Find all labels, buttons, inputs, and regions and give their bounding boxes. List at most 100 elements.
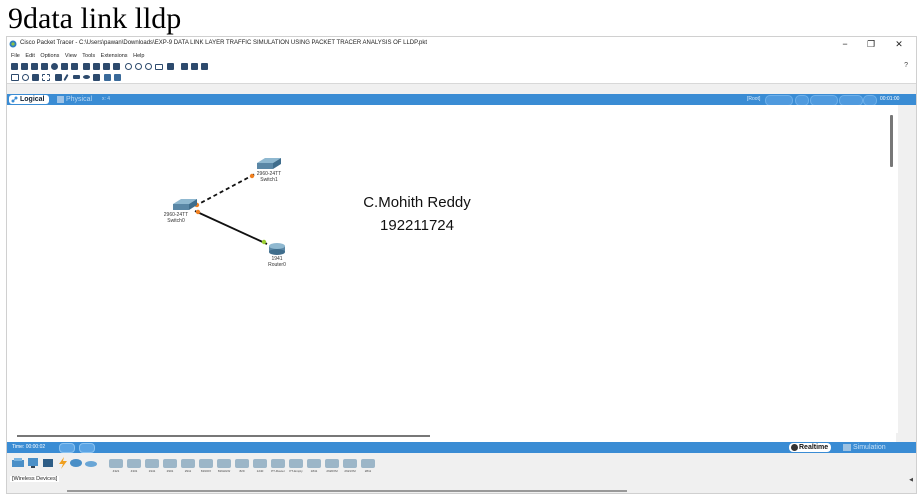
port-status-switch0-b	[195, 209, 201, 215]
wizard-icon[interactable]	[61, 63, 68, 70]
end-devices-category-icon[interactable]	[26, 457, 40, 469]
delete-icon[interactable]	[32, 74, 39, 81]
menu-file[interactable]: File	[11, 51, 20, 61]
undo-icon[interactable]	[103, 63, 110, 70]
new-file-icon[interactable]	[11, 63, 18, 70]
network-devices-category-icon[interactable]	[11, 457, 25, 469]
help-icon[interactable]: ?	[904, 62, 908, 69]
drawing-palette-icon[interactable]	[155, 64, 163, 70]
maximize-button[interactable]: ❐	[858, 37, 884, 51]
misc-category-icon[interactable]	[69, 457, 83, 469]
menu-help[interactable]: Help	[133, 51, 144, 61]
custom-devices-icon[interactable]	[167, 63, 174, 70]
menu-extensions[interactable]: Extensions	[101, 51, 128, 61]
network-info-icon[interactable]	[71, 63, 78, 70]
resize-shape-icon[interactable]	[42, 74, 50, 81]
device-model-2621xm[interactable]: 2621XM	[343, 459, 357, 474]
link-switch0-router0[interactable]	[194, 210, 268, 245]
open-file-icon[interactable]	[21, 63, 28, 70]
print-icon[interactable]	[41, 63, 48, 70]
device-model-829[interactable]: 829	[235, 459, 249, 474]
draw-rectangle-icon[interactable]	[73, 75, 80, 79]
place-note-icon[interactable]	[55, 74, 62, 81]
clock-display: 00:01:00	[880, 96, 900, 102]
menu-view[interactable]: View	[65, 51, 77, 61]
device-model-pt-router[interactable]: PT-Router	[271, 459, 285, 474]
router0-label: 1941 Router0	[262, 256, 292, 268]
scroll-right-icon[interactable]: ◀	[909, 477, 913, 483]
menu-tools[interactable]: Tools	[82, 51, 95, 61]
cluster-icon[interactable]	[191, 63, 198, 70]
workspace-tab-bar: Logical Physical x: 4 [Root] 00:01:00	[7, 94, 916, 106]
device-panel: 4321 4331 1941 2901 2911 819IOX 819HGW 8…	[7, 453, 916, 493]
components-category-icon[interactable]	[41, 457, 55, 469]
workspace-horizontal-scrollbar[interactable]	[7, 433, 896, 442]
root-label: [Root]	[747, 96, 761, 102]
add-simple-pdu-icon[interactable]	[104, 74, 111, 81]
draw-ellipse-icon[interactable]	[83, 75, 90, 79]
topology-canvas	[173, 158, 285, 255]
inspect-icon[interactable]	[22, 74, 29, 81]
connections-category-icon[interactable]	[56, 457, 70, 469]
switch0-device[interactable]	[173, 199, 197, 210]
device-model-2911[interactable]: 2911	[181, 459, 195, 474]
simulation-mode-button[interactable]: Simulation	[843, 443, 886, 452]
info-icon[interactable]	[51, 63, 58, 70]
title-bar: Cisco Packet Tracer - C:\Users\pawan\Dow…	[7, 37, 916, 51]
device-model-4321[interactable]: 4321	[109, 459, 123, 474]
redo-icon[interactable]	[113, 63, 120, 70]
pdu-list-icon[interactable]	[201, 63, 208, 70]
draw-line-icon[interactable]	[63, 73, 69, 82]
device-model-819iox[interactable]: 819IOX	[199, 459, 213, 474]
select-icon[interactable]	[11, 74, 19, 81]
router-icon	[269, 243, 285, 255]
cisco-app-icon	[9, 40, 17, 48]
tab-logical[interactable]: Logical	[9, 95, 49, 104]
physical-icon	[57, 96, 64, 103]
note-id[interactable]: 192211724	[337, 217, 497, 234]
fast-forward-button[interactable]	[79, 443, 95, 453]
device-model-1240[interactable]: 1240	[253, 459, 267, 474]
main-toolbar: ?	[7, 61, 916, 72]
multiuser-category-icon[interactable]	[84, 457, 98, 469]
switch1-label: 2960-24TT Switch1	[254, 171, 284, 183]
menu-edit[interactable]: Edit	[25, 51, 34, 61]
viewport-icon[interactable]	[181, 63, 188, 70]
device-model-4331[interactable]: 4331	[127, 459, 141, 474]
copy-icon[interactable]	[83, 63, 90, 70]
menu-options[interactable]: Options	[40, 51, 59, 61]
save-icon[interactable]	[31, 63, 38, 70]
logical-workspace[interactable]: 2960-24TT Switch1 2960-24TT Switch0 1941…	[7, 105, 896, 433]
device-model-1841[interactable]: 1841	[307, 459, 321, 474]
workspace-vertical-scrollbar[interactable]	[886, 105, 898, 433]
switch1-device[interactable]	[257, 158, 281, 169]
tab-logical-label: Logical	[20, 96, 45, 103]
minimize-button[interactable]: −	[832, 37, 858, 51]
document-heading: 9data link lldp	[8, 2, 182, 35]
link-switch0-switch1[interactable]	[194, 173, 256, 207]
realtime-icon	[791, 444, 798, 451]
zoom-reset-icon[interactable]	[135, 63, 142, 70]
add-complex-pdu-icon[interactable]	[114, 74, 121, 81]
zoom-in-icon[interactable]	[125, 63, 132, 70]
device-model-pt-empty[interactable]: PT-Empty	[289, 459, 303, 474]
freeform-icon[interactable]	[93, 74, 100, 81]
zoom-out-icon[interactable]	[145, 63, 152, 70]
device-model-819hgw[interactable]: 819HGW	[217, 459, 231, 474]
device-model-2901[interactable]: 2901	[163, 459, 177, 474]
realtime-mode-button[interactable]: Realtime	[789, 443, 832, 452]
close-button[interactable]: ✕	[886, 37, 912, 51]
tab-physical[interactable]: Physical	[57, 95, 92, 104]
device-model-1941[interactable]: 1941	[145, 459, 159, 474]
horizontal-scroll-thumb[interactable]	[17, 435, 430, 437]
note-name[interactable]: C.Mohith Reddy	[337, 194, 497, 211]
switch-icon	[257, 158, 281, 169]
router0-device[interactable]	[269, 243, 285, 255]
vertical-scroll-thumb[interactable]	[890, 115, 893, 167]
device-model-2620xm[interactable]: 2620XM	[325, 459, 339, 474]
device-model-2811[interactable]: 2811	[361, 459, 375, 474]
paste-icon[interactable]	[93, 63, 100, 70]
device-category-label: [Wireless Devices]	[10, 476, 60, 482]
power-cycle-button[interactable]	[59, 443, 75, 453]
workspace-controls: [Root] 00:01:00	[747, 95, 912, 106]
